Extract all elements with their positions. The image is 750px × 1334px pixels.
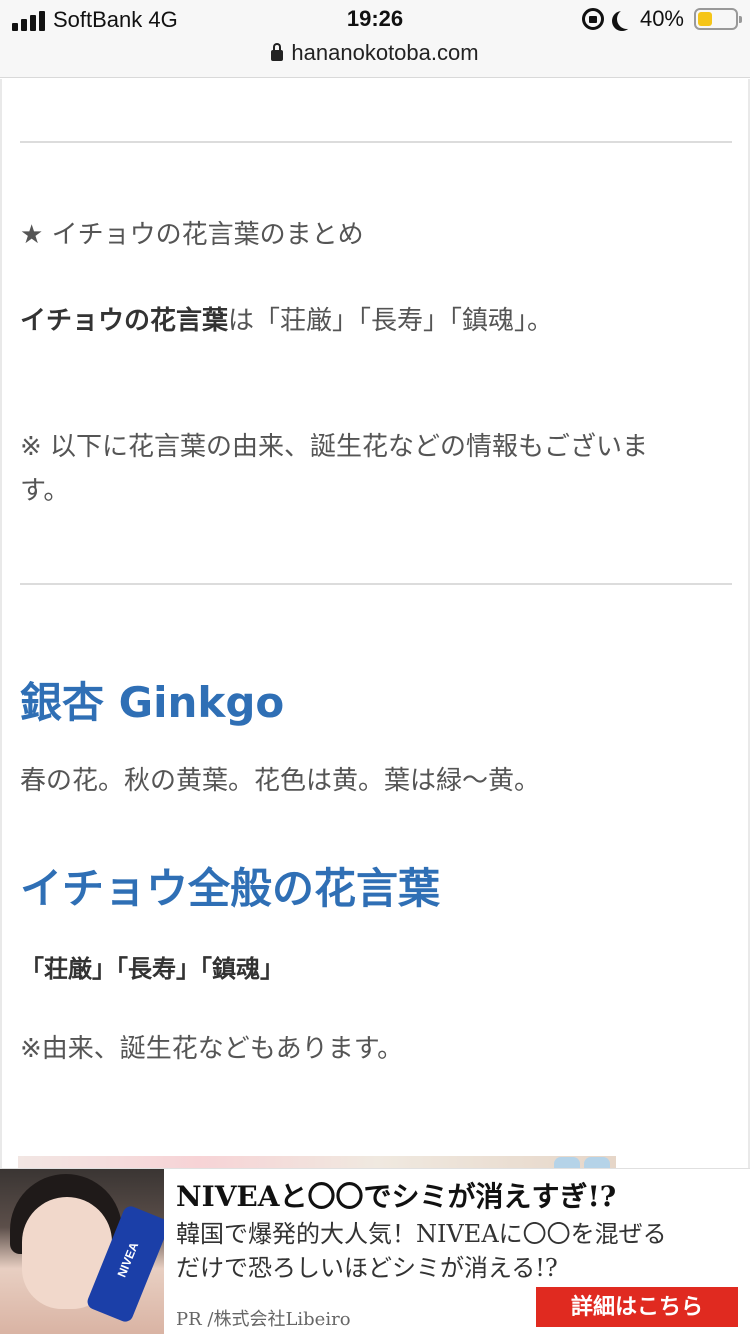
lock-icon xyxy=(271,43,284,61)
url-text: hananokotoba.com xyxy=(291,40,479,65)
summary-bold: イチョウの花言葉 xyxy=(20,306,229,336)
note-line-2: す。 xyxy=(20,476,70,506)
divider xyxy=(20,141,732,143)
summary-heading: ★ イチョウの花言葉のまとめ xyxy=(20,220,364,250)
ad-desc-line-2: だけで恐ろしいほどシミが消える!? xyxy=(176,1254,558,1282)
note-line-1: ※ 以下に花言葉の由来、誕生花などの情報もございま xyxy=(20,432,649,462)
ad-desc-line-1: 韓国で爆発的大人気！NIVEAに〇〇を混ぜる xyxy=(176,1220,667,1248)
flower-description: 春の花。秋の黄葉。花色は黄。葉は緑～黄。 xyxy=(20,766,541,796)
divider xyxy=(20,583,732,585)
summary-text: イチョウの花言葉は「荘厳」「長寿」「鎮魂」。 xyxy=(20,299,553,343)
ad-description[interactable]: 韓国で爆発的大人気！NIVEAに〇〇を混ぜる だけで恐ろしいほどシミが消える!? xyxy=(176,1217,742,1285)
section-heading: イチョウ全般の花言葉 xyxy=(20,864,441,913)
flower-meanings: 「荘厳」「長寿」「鎮魂」 xyxy=(20,955,284,983)
battery-fill xyxy=(698,12,712,26)
battery-icon xyxy=(694,8,742,30)
footnote: ※由来、誕生花などもあります。 xyxy=(20,1034,404,1064)
ad-details-button[interactable]: 詳細はこちら xyxy=(536,1287,738,1327)
article-content: ★ イチョウの花言葉のまとめ イチョウの花言葉は「荘厳」「長寿」「鎮魂」。 ※ … xyxy=(0,79,750,1169)
summary-rest: は「荘厳」「長寿」「鎮魂」。 xyxy=(228,306,554,336)
ad-product-label: NIVEA xyxy=(114,1240,142,1280)
address-bar[interactable]: hananokotoba.com xyxy=(0,40,750,66)
status-right: 40% xyxy=(581,6,742,32)
do-not-disturb-icon xyxy=(617,9,637,29)
ad-photo[interactable]: NIVEA xyxy=(0,1169,164,1334)
ad-banner[interactable]: NIVEA NIVEAと〇〇でシミが消えすぎ!? 韓国で爆発的大人気！NIVEA… xyxy=(0,1168,750,1334)
page-title: 銀杏 Ginkgo xyxy=(20,678,285,727)
rotation-lock-icon xyxy=(581,8,604,30)
battery-percent: 40% xyxy=(639,6,684,31)
status-bar: SoftBank 4G 19:26 40% hananokotoba.com xyxy=(0,0,750,78)
ad-pr-label: PR /株式会社Libeiro xyxy=(176,1309,351,1330)
ad-title[interactable]: NIVEAと〇〇でシミが消えすぎ!? xyxy=(176,1175,616,1215)
